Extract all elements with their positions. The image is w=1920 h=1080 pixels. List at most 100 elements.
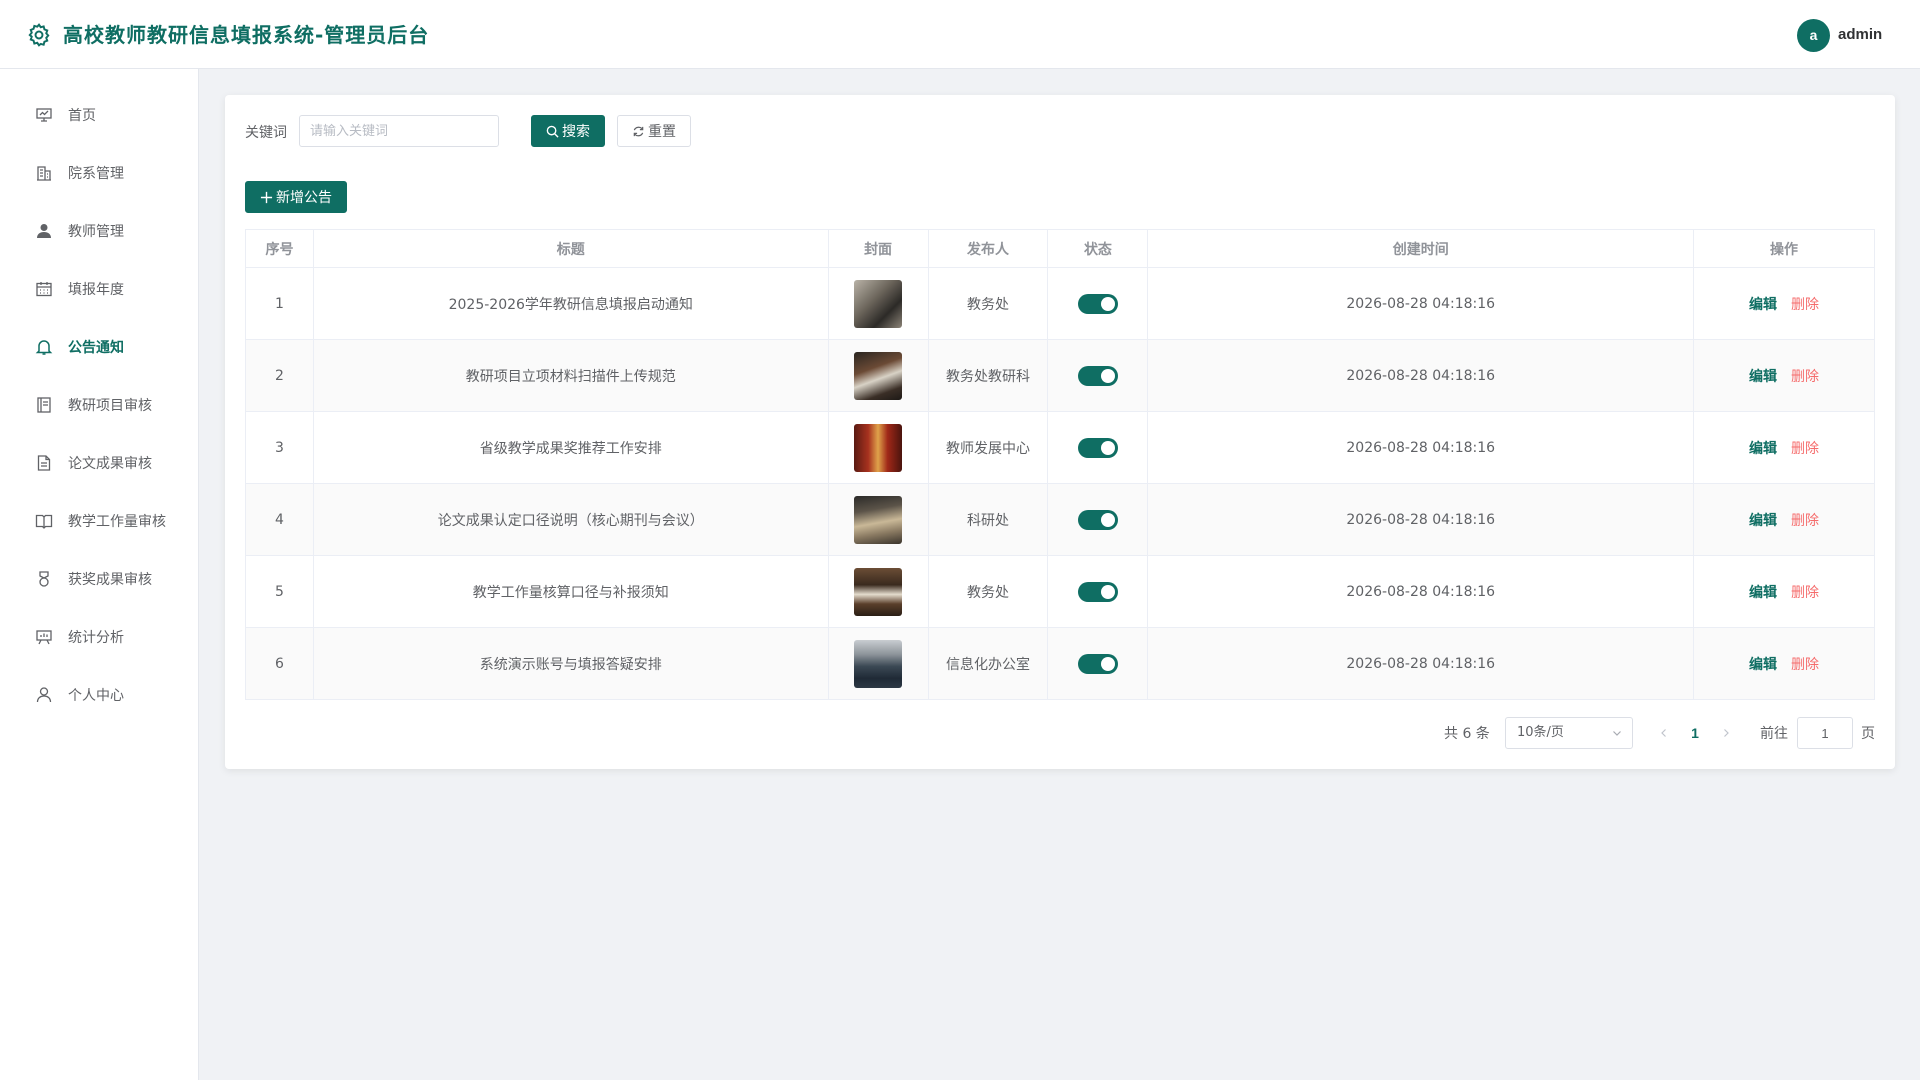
column-header-publisher: 发布人 bbox=[928, 229, 1049, 268]
sidebar-item-profile[interactable]: 个人中心 bbox=[0, 666, 198, 724]
cover-thumbnail[interactable] bbox=[854, 567, 903, 616]
search-icon bbox=[546, 125, 559, 138]
cell-created: 2026-08-28 04:18:16 bbox=[1147, 411, 1695, 484]
page-size-value: 10条/页 bbox=[1517, 725, 1564, 740]
status-toggle[interactable] bbox=[1077, 653, 1118, 674]
page-number-current[interactable]: 1 bbox=[1685, 723, 1705, 743]
cell-cover bbox=[828, 267, 929, 340]
cell-actions: 编辑 删除 bbox=[1693, 555, 1875, 628]
sidebar-item-label: 教研项目审核 bbox=[68, 398, 152, 414]
delete-link[interactable]: 删除 bbox=[1791, 369, 1819, 385]
cell-created: 2026-08-28 04:18:16 bbox=[1147, 267, 1695, 340]
main-card: 关键词 搜索 重置 新增公告 序号 标题 封面 发布人 状态 创建时间 操作 bbox=[225, 95, 1895, 769]
sidebar: 首页 院系管理 教师管理 填报年度 公告通知 教研项目审核 论文成果审核 教学工… bbox=[0, 69, 199, 1080]
delete-link[interactable]: 删除 bbox=[1791, 657, 1819, 673]
status-toggle[interactable] bbox=[1077, 437, 1118, 458]
page-size-select[interactable]: 10条/页 bbox=[1505, 717, 1633, 749]
column-header-title: 标题 bbox=[313, 229, 829, 268]
prev-page-button[interactable] bbox=[1657, 725, 1671, 741]
cell-cover bbox=[828, 483, 929, 556]
status-toggle[interactable] bbox=[1077, 509, 1118, 530]
cell-index: 4 bbox=[245, 483, 314, 556]
cell-title: 2025-2026学年教研信息填报启动通知 bbox=[313, 267, 829, 340]
cell-index: 3 bbox=[245, 411, 314, 484]
reset-button[interactable]: 重置 bbox=[617, 115, 691, 147]
keyword-label: 关键词 bbox=[245, 125, 287, 141]
cell-created: 2026-08-28 04:18:16 bbox=[1147, 339, 1695, 412]
cell-actions: 编辑 删除 bbox=[1693, 267, 1875, 340]
cell-status bbox=[1047, 555, 1149, 628]
cell-actions: 编辑 删除 bbox=[1693, 411, 1875, 484]
edit-link[interactable]: 编辑 bbox=[1749, 441, 1777, 457]
edit-link[interactable]: 编辑 bbox=[1749, 585, 1777, 601]
cell-title: 论文成果认定口径说明（核心期刊与会议） bbox=[313, 483, 829, 556]
sidebar-item-home[interactable]: 首页 bbox=[0, 86, 198, 144]
building-icon bbox=[37, 166, 51, 181]
edit-link[interactable]: 编辑 bbox=[1749, 297, 1777, 313]
document-icon bbox=[37, 455, 51, 471]
edit-link[interactable]: 编辑 bbox=[1749, 657, 1777, 673]
sidebar-item-workload-review[interactable]: 教学工作量审核 bbox=[0, 492, 198, 550]
next-page-button[interactable] bbox=[1719, 725, 1733, 741]
sidebar-item-notices[interactable]: 公告通知 bbox=[0, 318, 198, 376]
reset-button-label: 重置 bbox=[648, 124, 676, 140]
sidebar-item-award-review[interactable]: 获奖成果审核 bbox=[0, 550, 198, 608]
cell-cover bbox=[828, 627, 929, 700]
delete-link[interactable]: 删除 bbox=[1791, 297, 1819, 313]
cover-thumbnail[interactable] bbox=[854, 639, 903, 688]
book-open-icon bbox=[35, 514, 53, 529]
sidebar-item-label: 院系管理 bbox=[68, 166, 124, 182]
search-button[interactable]: 搜索 bbox=[531, 115, 605, 147]
presentation-icon bbox=[36, 108, 52, 122]
cell-publisher: 信息化办公室 bbox=[928, 627, 1049, 700]
cell-created: 2026-08-28 04:18:16 bbox=[1147, 555, 1695, 628]
cover-thumbnail[interactable] bbox=[854, 495, 903, 544]
cell-title: 省级教学成果奖推荐工作安排 bbox=[313, 411, 829, 484]
sidebar-item-years[interactable]: 填报年度 bbox=[0, 260, 198, 318]
keyword-input[interactable] bbox=[299, 115, 499, 147]
cover-thumbnail[interactable] bbox=[854, 423, 903, 472]
status-toggle[interactable] bbox=[1077, 365, 1118, 386]
delete-link[interactable]: 删除 bbox=[1791, 585, 1819, 601]
sidebar-item-paper-review[interactable]: 论文成果审核 bbox=[0, 434, 198, 492]
cell-publisher: 教务处教研科 bbox=[928, 339, 1049, 412]
cell-status bbox=[1047, 339, 1149, 412]
gear-icon bbox=[28, 23, 50, 47]
data-board-icon bbox=[36, 630, 52, 645]
column-header-created: 创建时间 bbox=[1147, 229, 1695, 268]
cell-publisher: 教师发展中心 bbox=[928, 411, 1049, 484]
cover-thumbnail[interactable] bbox=[854, 279, 903, 328]
sidebar-item-label: 教师管理 bbox=[68, 224, 124, 240]
status-toggle[interactable] bbox=[1077, 581, 1118, 602]
user-icon bbox=[36, 687, 52, 703]
search-button-label: 搜索 bbox=[562, 124, 590, 140]
table-row: 1 2025-2026学年教研信息填报启动通知 教务处 2026-08-28 0… bbox=[245, 267, 1875, 340]
delete-link[interactable]: 删除 bbox=[1791, 513, 1819, 529]
username[interactable]: admin bbox=[1838, 25, 1882, 45]
cell-index: 5 bbox=[245, 555, 314, 628]
table-row: 4 论文成果认定口径说明（核心期刊与会议） 科研处 2026-08-28 04:… bbox=[245, 483, 1875, 556]
cell-index: 2 bbox=[245, 339, 314, 412]
table-row: 5 教学工作量核算口径与补报须知 教务处 2026-08-28 04:18:16… bbox=[245, 555, 1875, 628]
sidebar-item-project-review[interactable]: 教研项目审核 bbox=[0, 376, 198, 434]
edit-link[interactable]: 编辑 bbox=[1749, 369, 1777, 385]
cell-index: 6 bbox=[245, 627, 314, 700]
sidebar-item-statistics[interactable]: 统计分析 bbox=[0, 608, 198, 666]
cover-thumbnail[interactable] bbox=[854, 351, 903, 400]
sidebar-item-departments[interactable]: 院系管理 bbox=[0, 144, 198, 202]
delete-link[interactable]: 删除 bbox=[1791, 441, 1819, 457]
table-row: 2 教研项目立项材料扫描件上传规范 教务处教研科 2026-08-28 04:1… bbox=[245, 339, 1875, 412]
status-toggle[interactable] bbox=[1077, 293, 1118, 314]
cell-status bbox=[1047, 411, 1149, 484]
pagination-total: 共 6 条 bbox=[1444, 726, 1490, 742]
refresh-icon bbox=[633, 126, 644, 136]
avatar[interactable]: a bbox=[1797, 19, 1830, 52]
cell-title: 教研项目立项材料扫描件上传规范 bbox=[313, 339, 829, 412]
add-notice-button[interactable]: 新增公告 bbox=[245, 181, 347, 213]
cell-cover bbox=[828, 555, 929, 628]
edit-link[interactable]: 编辑 bbox=[1749, 513, 1777, 529]
cell-actions: 编辑 删除 bbox=[1693, 627, 1875, 700]
goto-page-input[interactable] bbox=[1797, 717, 1853, 749]
app-title: 高校教师教研信息填报系统-管理员后台 bbox=[63, 23, 430, 47]
sidebar-item-teachers[interactable]: 教师管理 bbox=[0, 202, 198, 260]
